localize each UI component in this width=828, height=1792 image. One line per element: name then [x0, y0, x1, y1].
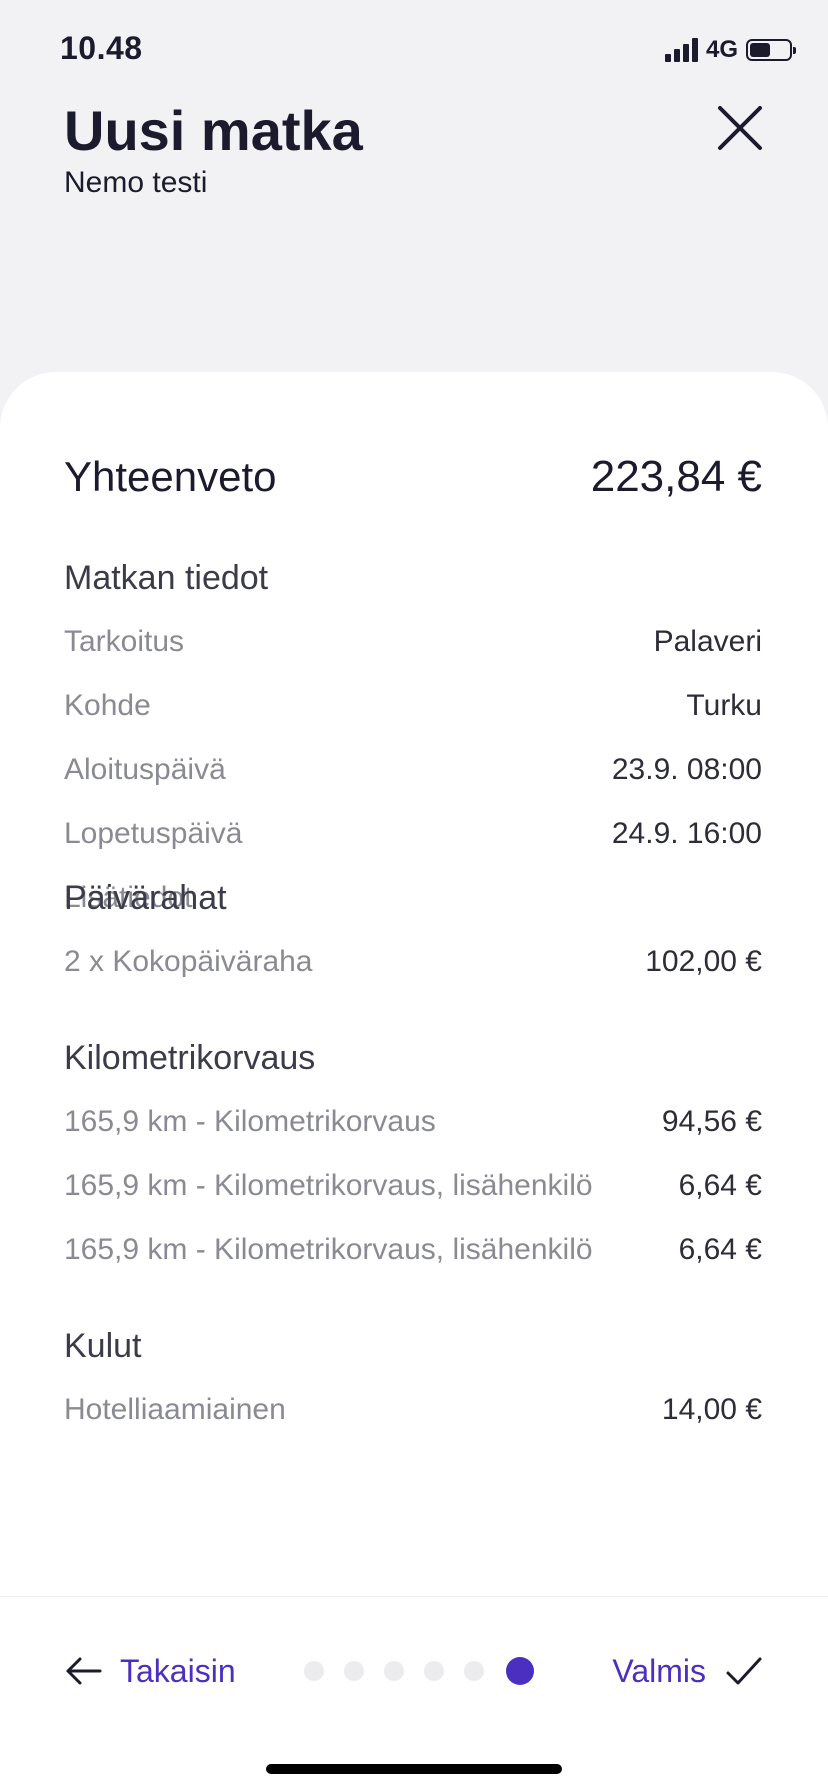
mileage-row: 165,9 km - Kilometrikorvaus, lisähenkilö… — [64, 1154, 762, 1218]
summary-header: Yhteenveto 223,84 € — [64, 452, 762, 502]
row-value: 6,64 € — [678, 1169, 762, 1202]
page-title: Uusi matka — [64, 99, 363, 162]
summary-total: 223,84 € — [590, 452, 762, 501]
row-label: 165,9 km - Kilometrikorvaus, lisähenkilö — [64, 1169, 593, 1202]
step-dot — [384, 1661, 404, 1681]
status-time: 10.48 — [60, 30, 143, 66]
section-daily-allowances: Päivärahat 2 x Kokopäiväraha 102,00 € — [64, 866, 762, 994]
step-indicator — [304, 1657, 534, 1685]
signal-icon — [664, 38, 698, 62]
step-dot — [464, 1661, 484, 1681]
page-subtitle: Nemo testi — [64, 166, 208, 199]
battery-icon — [746, 39, 796, 61]
row-label: Lopetuspäivä — [64, 817, 243, 850]
section-title: Matkan tiedot — [64, 559, 269, 597]
network-label: 4G — [705, 36, 738, 63]
status-bar: 10.48 4G — [0, 0, 828, 100]
back-button-label: Takaisin — [120, 1652, 236, 1689]
row-label: Tarkoitus — [64, 625, 185, 658]
mileage-row: 165,9 km - Kilometrikorvaus 94,56 € — [64, 1090, 762, 1154]
arrow-left-icon — [66, 1657, 102, 1685]
section-mileage: Kilometrikorvaus 165,9 km - Kilometrikor… — [64, 1026, 762, 1282]
detail-row-end-date: Lopetuspäivä 24.9. 16:00 — [64, 802, 762, 866]
row-value: 102,00 € — [645, 945, 762, 978]
expense-row: Hotelliaamiainen 14,00 € — [64, 1378, 762, 1442]
home-indicator[interactable] — [266, 1764, 562, 1774]
done-button-label: Valmis — [612, 1652, 706, 1689]
row-value: Palaveri — [653, 625, 762, 658]
step-dot — [304, 1661, 324, 1681]
wizard-footer: Takaisin Valmis — [0, 1596, 828, 1792]
summary-card: Yhteenveto 223,84 € Matkan tiedot Tarkoi… — [0, 372, 828, 1792]
row-label: Hotelliaamiainen — [64, 1393, 286, 1426]
section-title: Päivärahat — [64, 879, 227, 917]
summary-title: Yhteenveto — [64, 453, 277, 500]
row-value: 94,56 € — [661, 1105, 762, 1138]
row-label: 2 x Kokopäiväraha — [64, 945, 313, 978]
row-value: 14,00 € — [661, 1393, 762, 1426]
row-label: 165,9 km - Kilometrikorvaus, lisähenkilö — [64, 1233, 593, 1266]
detail-row-purpose: Tarkoitus Palaveri — [64, 610, 762, 674]
allowance-row: 2 x Kokopäiväraha 102,00 € — [64, 930, 762, 994]
mileage-row: 165,9 km - Kilometrikorvaus, lisähenkilö… — [64, 1218, 762, 1282]
row-label: Kohde — [64, 689, 151, 722]
section-title: Kulut — [64, 1327, 142, 1365]
step-dot — [424, 1661, 444, 1681]
row-label: 165,9 km - Kilometrikorvaus — [64, 1105, 436, 1138]
checkmark-icon — [726, 1657, 762, 1685]
detail-row-destination: Kohde Turku — [64, 674, 762, 738]
done-button[interactable]: Valmis — [612, 1651, 764, 1691]
row-value: 6,64 € — [678, 1233, 762, 1266]
section-expenses: Kulut Hotelliaamiainen 14,00 € — [64, 1314, 762, 1442]
status-indicators: 4G — [664, 36, 796, 64]
row-label: Aloituspäivä — [64, 753, 226, 786]
section-title: Kilometrikorvaus — [64, 1039, 316, 1077]
step-dot — [344, 1661, 364, 1681]
close-icon — [718, 106, 762, 150]
row-value: Turku — [686, 689, 762, 722]
close-button[interactable] — [712, 100, 768, 156]
back-button[interactable]: Takaisin — [64, 1651, 236, 1691]
screen: 10.48 4G Uusi matka Nemo testi Yhteenvet… — [0, 0, 828, 1792]
detail-row-start-date: Aloituspäivä 23.9. 08:00 — [64, 738, 762, 802]
step-dot-active — [506, 1657, 534, 1685]
row-value: 23.9. 08:00 — [611, 753, 762, 786]
row-value: 24.9. 16:00 — [611, 817, 762, 850]
